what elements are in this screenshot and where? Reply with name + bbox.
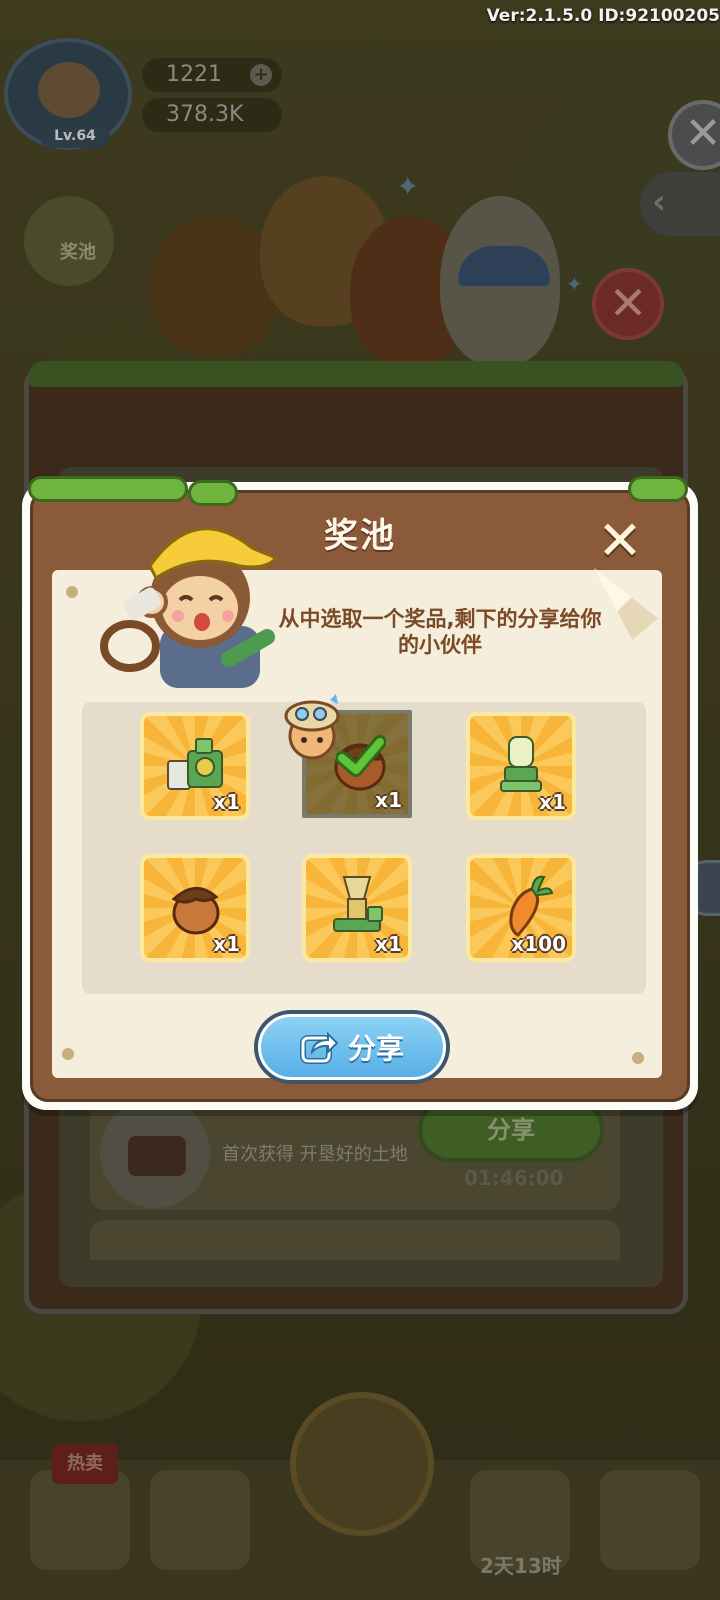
reward-quantity: x1 (539, 790, 566, 814)
share-icon (299, 1031, 338, 1064)
dialog-close-icon[interactable]: ✕ (592, 514, 648, 571)
level-badge: Lv.64 (40, 124, 110, 148)
event-timer: 2天13时 (480, 1554, 562, 1578)
monkey-tail (100, 620, 160, 672)
share-button-face: 分享 (258, 1014, 446, 1080)
prize-pool-side-label: 奖池 (60, 242, 96, 263)
share-button[interactable]: 分享 (254, 1010, 450, 1084)
grass-tuft (628, 476, 688, 502)
reward-tile[interactable]: x1 (302, 854, 412, 962)
machine-icon (167, 738, 223, 790)
paper-pin (632, 1052, 644, 1064)
share-button-label: 分享 (347, 1032, 404, 1065)
carrot-icon (509, 875, 554, 937)
back-arrow-icon[interactable]: ‹ (640, 172, 720, 236)
hearts-value: 1221 (166, 62, 222, 87)
farmland-icon (128, 1136, 186, 1176)
task-timer: 01:46:00 (464, 1166, 564, 1190)
paper-pin (66, 586, 78, 598)
coins-value: 378.3K (166, 102, 244, 127)
banner-close-icon[interactable]: ✕ (592, 268, 664, 340)
hearts-counter: 1221 + (142, 58, 282, 92)
nav-bag-button[interactable] (150, 1470, 250, 1570)
monkey-mouth (194, 613, 210, 631)
coins-counter: 378.3K (142, 98, 282, 132)
sparkle-icon: ✦ (396, 170, 420, 203)
hazelnut-icon (171, 887, 220, 935)
dialog-grass-decoration (28, 476, 692, 506)
grass-tuft (188, 480, 238, 506)
grinder-icon (333, 876, 383, 932)
reward-tile[interactable]: x1 (140, 854, 250, 962)
task-description: 首次获得 开垦好的土地 (222, 1144, 408, 1165)
characters-banner: ✦ ✦ (140, 170, 583, 366)
avatar-face-icon (38, 62, 100, 118)
grass-tuft (28, 476, 188, 502)
background-panel-grass (29, 361, 683, 387)
reward-quantity: x1 (213, 790, 240, 814)
monkey-cheek (222, 610, 234, 622)
reward-tile[interactable]: x100 (466, 854, 576, 962)
sparkle-icon: ✦ (566, 272, 583, 296)
nav-house-button[interactable] (600, 1470, 700, 1570)
dialog-instruction: 从中选取一个奖品,剩下的分享给你的小伙伴 (278, 607, 602, 657)
paper-pin (62, 1048, 74, 1060)
monkey-mascot (100, 527, 279, 688)
reward-quantity: x1 (213, 932, 240, 956)
reward-tile[interactable]: x1 (466, 712, 576, 820)
version-info: Ver:2.1.5.0 ID:92100205 (486, 6, 720, 26)
reward-quantity: x100 (511, 932, 566, 956)
reward-tile[interactable]: x1 (140, 712, 250, 820)
juicer-icon (500, 736, 542, 792)
reward-quantity: x1 (375, 788, 402, 812)
player-selector-avatar (284, 694, 340, 760)
nav-shop-button[interactable] (30, 1470, 130, 1570)
task-row (90, 1220, 620, 1260)
add-hearts-button[interactable]: + (250, 64, 272, 86)
monkey-cheek (172, 610, 184, 622)
hot-sale-badge: 热卖 (52, 1444, 118, 1484)
nav-acorn-center-button[interactable] (290, 1392, 434, 1536)
reward-quantity: x1 (375, 932, 402, 956)
